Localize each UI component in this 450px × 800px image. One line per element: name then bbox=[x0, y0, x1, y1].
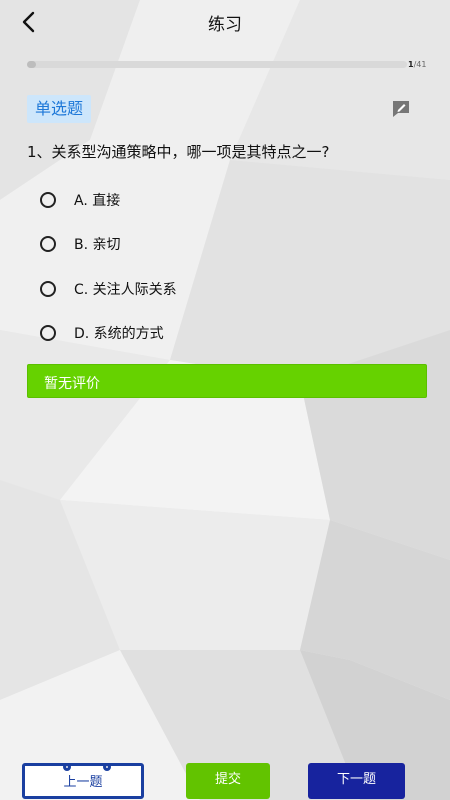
progress-counter: 1/41 bbox=[408, 60, 426, 69]
option-a[interactable]: A. 直接 bbox=[40, 186, 420, 214]
submit-button[interactable]: 提交 bbox=[186, 763, 270, 799]
radio-c[interactable] bbox=[40, 281, 56, 297]
question-type-badge: 单选题 bbox=[27, 95, 92, 123]
next-question-button[interactable]: 下一题 bbox=[308, 763, 405, 799]
question-text: 1、关系型沟通策略中，哪一项是其特点之一? bbox=[27, 143, 330, 161]
option-a-label: A. 直接 bbox=[74, 193, 121, 209]
option-b[interactable]: B. 亲切 bbox=[40, 230, 420, 258]
edit-note-icon bbox=[393, 101, 409, 117]
radio-d[interactable] bbox=[40, 325, 56, 341]
option-b-label: B. 亲切 bbox=[74, 237, 121, 253]
header-bar: 练习 bbox=[0, 0, 450, 44]
edit-note-button[interactable] bbox=[390, 98, 412, 120]
option-c-label: C. 关注人际关系 bbox=[74, 282, 177, 298]
progress-bar bbox=[27, 61, 407, 68]
page-title: 练习 bbox=[208, 15, 242, 35]
prev-question-button[interactable]: 上一题 bbox=[22, 763, 144, 799]
progress-fill bbox=[27, 61, 37, 68]
radio-a[interactable] bbox=[40, 192, 56, 208]
option-c[interactable]: C. 关注人际关系 bbox=[40, 275, 420, 303]
option-d[interactable]: D. 系统的方式 bbox=[40, 319, 420, 347]
option-d-label: D. 系统的方式 bbox=[74, 326, 164, 342]
review-label: 暂无评价 bbox=[44, 376, 100, 392]
radio-b[interactable] bbox=[40, 236, 56, 252]
review-panel: 暂无评价 bbox=[27, 364, 427, 398]
progress-total: /41 bbox=[413, 60, 427, 69]
